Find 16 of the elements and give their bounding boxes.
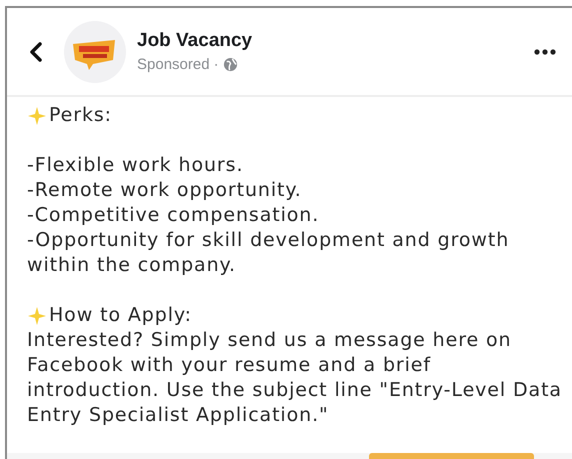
perk-item: -Opportunity for skill development and growth within the company. bbox=[27, 228, 510, 278]
page-logo-drawing bbox=[63, 20, 127, 84]
section-heading: Perks: bbox=[49, 103, 112, 128]
perk-item: -Competitive compensation. bbox=[27, 203, 320, 228]
separator-dot: · bbox=[214, 56, 219, 74]
more-options-icon[interactable] bbox=[534, 48, 556, 55]
sponsored-label: Sponsored bbox=[137, 56, 210, 74]
sparkle-icon bbox=[27, 306, 47, 326]
back-icon[interactable] bbox=[29, 40, 43, 63]
sparkle-icon bbox=[27, 106, 47, 126]
perk-item: -Flexible work hours. bbox=[27, 153, 244, 178]
section-heading: How to Apply: bbox=[49, 303, 192, 328]
perk-item: -Remote work opportunity. bbox=[27, 178, 303, 204]
page-name[interactable]: Job Vacancy bbox=[137, 30, 534, 52]
globe-icon bbox=[222, 57, 238, 72]
apply-paragraph: Interested? Simply send us a message here on Facebook with your resume and a brief introduction. Use the subject line "Entry-Level Data Entry Specialist Application." bbox=[27, 328, 563, 428]
